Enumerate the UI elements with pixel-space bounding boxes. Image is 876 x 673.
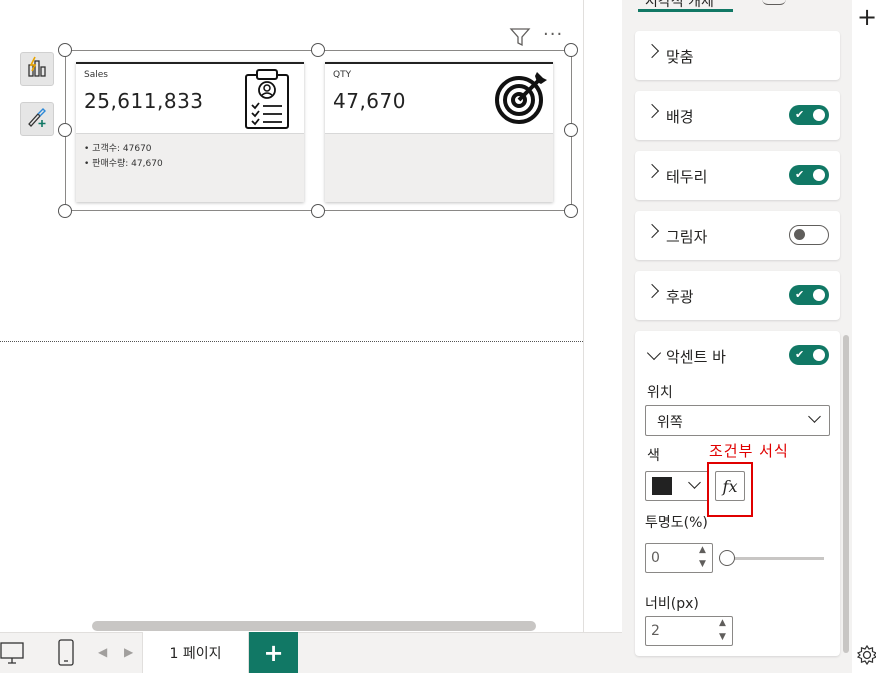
opacity-label: 투명도(%): [645, 515, 708, 531]
chevron-down-icon: [688, 476, 701, 489]
resize-handle[interactable]: [58, 43, 72, 57]
spin-down-icon[interactable]: ▼: [719, 632, 726, 642]
section-title: 맞춤: [666, 48, 694, 66]
width-label: 너비(px): [645, 596, 699, 612]
card-label: Sales: [84, 70, 108, 80]
settings-gear-icon[interactable]: [856, 644, 876, 670]
position-dropdown[interactable]: 위쪽: [645, 405, 830, 436]
card-value: 47,670: [333, 89, 406, 113]
card-label: QTY: [333, 70, 352, 80]
spin-up-icon[interactable]: ▲: [699, 545, 706, 555]
section-glow[interactable]: 후광 ✔: [635, 271, 840, 320]
resize-handle[interactable]: [311, 204, 325, 218]
sales-card[interactable]: Sales 25,611,833 • 고객수: 47670 • 판매수량: 47…: [76, 62, 304, 202]
card-notes: • 고객수: 47670 • 판매수량: 47,670: [84, 142, 163, 172]
note-quantity: • 판매수량: 47,670: [84, 159, 163, 169]
format-visual-button[interactable]: [20, 102, 54, 136]
position-value: 위쪽: [657, 415, 683, 431]
spin-up-icon[interactable]: ▲: [719, 618, 726, 628]
add-page-button[interactable]: +: [249, 632, 298, 673]
mobile-layout-icon[interactable]: [57, 639, 75, 671]
width-input[interactable]: 2 ▲ ▼: [645, 616, 733, 646]
chevron-right-icon: [644, 43, 660, 59]
chevron-right-icon: [644, 223, 660, 239]
resize-handle[interactable]: [311, 43, 325, 57]
chevron-down-icon[interactable]: [646, 345, 662, 361]
chevron-right-icon: [644, 283, 660, 299]
general-tab-icon[interactable]: [762, 0, 786, 5]
pane-edge: +: [852, 0, 876, 673]
shadow-toggle[interactable]: [789, 225, 829, 245]
accent-bar-toggle[interactable]: ✔: [789, 345, 829, 365]
filter-icon[interactable]: [509, 27, 531, 47]
active-tab-underline: [638, 9, 733, 12]
section-title: 테두리: [666, 168, 708, 186]
desktop-layout-icon[interactable]: [0, 641, 26, 669]
color-swatch: [652, 477, 672, 495]
check-icon: ✔: [795, 108, 805, 121]
section-shadow[interactable]: 그림자: [635, 211, 840, 260]
add-icon[interactable]: +: [857, 5, 876, 29]
horizontal-scrollbar[interactable]: [92, 621, 536, 631]
qty-card[interactable]: QTY 47,670: [325, 62, 553, 202]
page-boundary-line: [0, 341, 583, 342]
card-header: Sales 25,611,833: [76, 62, 304, 134]
resize-handle[interactable]: [58, 204, 72, 218]
annotation-highlight-box: [707, 462, 753, 517]
section-border[interactable]: 테두리 ✔: [635, 151, 840, 200]
chevron-right-icon: [644, 103, 660, 119]
pane-scrollbar[interactable]: [843, 335, 849, 653]
section-fit[interactable]: 맞춤: [635, 31, 840, 80]
clipboard-icon: [242, 67, 292, 135]
resize-handle[interactable]: [564, 204, 578, 218]
glow-toggle[interactable]: ✔: [789, 285, 829, 305]
resize-handle[interactable]: [564, 43, 578, 57]
section-title[interactable]: 악센트 바: [666, 346, 726, 367]
more-options-icon[interactable]: ···: [543, 24, 563, 45]
next-page-icon[interactable]: ▶: [124, 645, 133, 659]
width-value: 2: [651, 623, 660, 639]
spin-down-icon[interactable]: ▼: [699, 559, 706, 569]
note-customers: • 고객수: 47670: [84, 144, 152, 154]
opacity-input[interactable]: 0 ▲ ▼: [645, 543, 713, 573]
format-brush-icon: [26, 106, 48, 132]
check-icon: ✔: [795, 288, 805, 301]
section-title: 후광: [666, 288, 694, 306]
build-visual-icon: [26, 56, 48, 82]
check-icon: ✔: [795, 168, 805, 181]
resize-handle[interactable]: [564, 123, 578, 137]
opacity-slider-track[interactable]: [725, 557, 824, 560]
section-background[interactable]: 배경 ✔: [635, 91, 840, 140]
check-icon: ✔: [795, 348, 805, 361]
opacity-slider-thumb[interactable]: [719, 550, 735, 566]
page-tab-1[interactable]: 1 페이지: [142, 632, 249, 673]
position-label: 위치: [647, 385, 673, 401]
chevron-right-icon: [644, 163, 660, 179]
opacity-value: 0: [651, 550, 660, 566]
annotation-label: 조건부 서식: [709, 442, 789, 460]
card-header: QTY 47,670: [325, 62, 553, 134]
card-value: 25,611,833: [84, 89, 204, 113]
page-navigation-bar: ◀ ▶: [0, 632, 622, 673]
section-title: 배경: [666, 108, 694, 126]
pane-divider: [583, 0, 584, 632]
build-visual-button[interactable]: [20, 52, 54, 86]
prev-page-icon[interactable]: ◀: [98, 645, 107, 659]
background-toggle[interactable]: ✔: [789, 105, 829, 125]
border-toggle[interactable]: ✔: [789, 165, 829, 185]
chevron-down-icon: [808, 410, 821, 423]
target-icon: [493, 70, 549, 130]
resize-handle[interactable]: [58, 123, 72, 137]
color-label: 색: [647, 448, 660, 464]
section-title: 그림자: [666, 228, 708, 246]
color-picker[interactable]: [645, 471, 709, 501]
